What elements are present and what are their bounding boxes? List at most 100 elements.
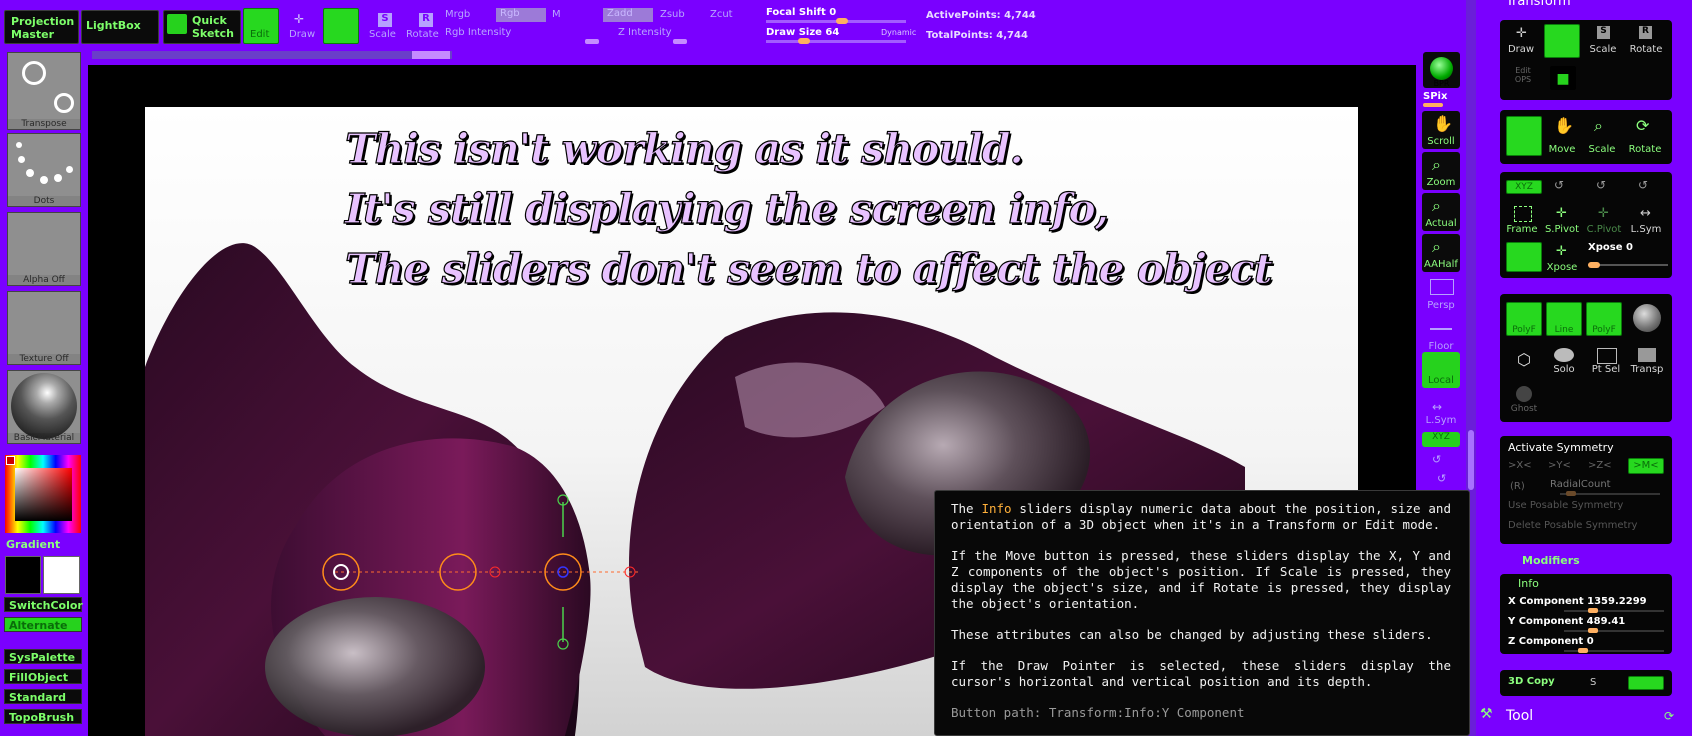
xpose-track[interactable] [1588,262,1668,268]
dynamic-button[interactable]: Dynamic [881,28,916,37]
panel-rotate-button[interactable]: Rotate [1626,44,1666,55]
zsub-button[interactable]: Zsub [660,9,685,20]
scroll-button[interactable]: ✋ Scroll [1422,111,1460,149]
tool-refresh-icon[interactable]: ⟳ [1664,709,1674,723]
rgb-intensity-slider[interactable]: Rgb Intensity [445,27,511,38]
scale-button[interactable]: Scale [369,29,396,40]
solo-button[interactable]: Solo [1544,364,1584,375]
polyf-grid-button[interactable]: PolyF [1586,302,1622,336]
local-panel-button[interactable] [1506,242,1542,272]
transform-header[interactable]: Transform [1476,0,1692,10]
material-ball-icon[interactable] [1633,304,1661,332]
move-button[interactable] [323,8,359,44]
color-picker[interactable] [5,455,81,533]
standard-button[interactable]: Standard [4,689,82,704]
cpivot-button[interactable]: C.Pivot [1584,224,1624,235]
material-tile[interactable]: BasicMaterial [7,370,81,444]
pt-sel-button[interactable]: Pt Sel [1586,364,1626,375]
spix-track[interactable] [1423,103,1443,107]
z2-axis-icon[interactable]: ↺ [1638,178,1648,192]
actual-button[interactable]: ⌕ Actual [1422,193,1460,231]
transpose-brush-tile[interactable]: Transpose [7,52,81,130]
ghost-button[interactable]: Ghost [1504,404,1544,414]
panel-edit-button[interactable] [1544,24,1580,58]
draw-size-slider[interactable]: Draw Size 64 [766,27,839,38]
info-subheader[interactable]: Info [1518,577,1539,590]
xpose-button[interactable]: Xpose [1542,262,1582,273]
lsym-button[interactable]: ↔ L.Sym [1422,400,1460,426]
switch-color-button[interactable]: SwitchColor [4,597,83,612]
z-intensity-knob[interactable] [673,39,687,44]
sym-y-button[interactable]: >Y< [1548,460,1580,474]
xyz-axis-button[interactable]: XYZ [1506,180,1542,194]
delete-posable-symmetry-button[interactable]: Delete Posable Symmetry [1508,520,1637,531]
mrgb-button[interactable]: Mrgb [445,9,470,20]
transp-button[interactable]: Transp [1626,364,1668,375]
modifiers-header[interactable]: Modifiers [1522,554,1580,567]
color-picker-square[interactable] [15,468,72,521]
radial-count-track[interactable] [1560,491,1660,496]
rgb-intensity-knob[interactable] [585,39,599,44]
activate-symmetry-button[interactable]: Activate Symmetry [1508,441,1614,454]
sys-palette-button[interactable]: SysPalette [4,649,82,664]
document-tab-strip[interactable] [92,51,452,59]
rotate-z-icon[interactable]: ↺ [1437,472,1446,485]
secondary-color-swatch[interactable] [43,556,80,594]
alpha-tile[interactable]: Alpha Off [7,212,81,286]
frame-button[interactable]: Frame [1504,224,1540,235]
draw-size-track[interactable] [766,38,906,44]
panel-move-button[interactable]: Move [1544,144,1580,155]
panel-scale-mode-button[interactable]: Scale [1584,144,1620,155]
xyz-button[interactable]: XYZ [1422,432,1460,447]
right-scrollbar-thumb[interactable] [1468,430,1474,490]
sym-m-button[interactable]: >M< [1628,458,1664,474]
projection-master-button[interactable]: Projection Master [4,10,79,44]
copy-3d-toggle[interactable] [1628,676,1664,690]
z-component-track[interactable] [1564,648,1664,653]
tool-header[interactable]: ⚒ Tool ⟳ [1476,704,1676,730]
lsym-panel-button[interactable]: L.Sym [1626,224,1666,235]
bpr-button[interactable]: BPR [1423,52,1460,88]
radial-r-button[interactable]: (R) [1510,481,1525,492]
aahalf-button[interactable]: ⌕ AAHalf [1422,234,1460,272]
panel-edit-mode-button[interactable] [1506,116,1542,156]
zcut-button[interactable]: Zcut [710,9,733,20]
rotate-y-icon[interactable]: ↺ [1432,453,1441,466]
s-button[interactable]: S [1590,677,1596,688]
spivot-button[interactable]: S.Pivot [1542,224,1582,235]
local-button[interactable]: Local [1422,352,1460,388]
document-tab-active[interactable] [412,51,450,59]
m-button[interactable]: M [552,9,561,20]
z-intensity-slider[interactable]: Z Intensity [618,27,672,38]
alternate-button[interactable]: Alternate [4,617,82,632]
rotate-button[interactable]: Rotate [406,29,439,40]
z-component-slider[interactable]: Z Component 0 [1508,636,1594,647]
cube-icon[interactable]: ⬡ [1517,350,1531,369]
xpose-slider[interactable]: Xpose 0 [1588,242,1633,253]
panel-edit-ops[interactable]: Edit OPS [1510,66,1536,84]
x-component-track[interactable] [1564,608,1664,613]
x-component-slider[interactable]: X Component 1359.2299 [1508,596,1647,607]
persp-button[interactable]: Persp [1422,275,1460,313]
floor-button[interactable]: Floor [1422,316,1460,354]
lightbox-button[interactable]: LightBox [81,10,159,44]
use-posable-symmetry-button[interactable]: Use Posable Symmetry [1508,500,1623,511]
line-button[interactable]: Line [1546,302,1582,336]
polyf-button[interactable]: PolyF [1506,302,1542,336]
draw-button[interactable]: Draw [289,29,315,40]
panel-rotate-mode-button[interactable]: Rotate [1624,144,1666,155]
focal-shift-slider[interactable]: Focal Shift 0 [766,7,836,18]
sym-x-button[interactable]: >X< [1508,460,1540,474]
texture-tile[interactable]: Texture Off [7,291,81,365]
copy-3d-button[interactable]: 3D Copy [1508,676,1555,687]
zoom-button[interactable]: ⌕ Zoom [1422,152,1460,190]
panel-draw-button[interactable]: Draw [1506,44,1536,55]
z-axis-icon[interactable]: ↺ [1596,178,1606,192]
panel-scale-button[interactable]: Scale [1586,44,1620,55]
panel-snapshot-button[interactable]: ■ [1550,66,1576,90]
focal-shift-track[interactable] [766,18,906,24]
dots-stroke-tile[interactable]: Dots [7,133,81,207]
topo-brush-button[interactable]: TopoBrush [4,709,82,724]
zadd-button[interactable]: Zadd [603,8,653,22]
y-axis-icon[interactable]: ↺ [1554,178,1564,192]
